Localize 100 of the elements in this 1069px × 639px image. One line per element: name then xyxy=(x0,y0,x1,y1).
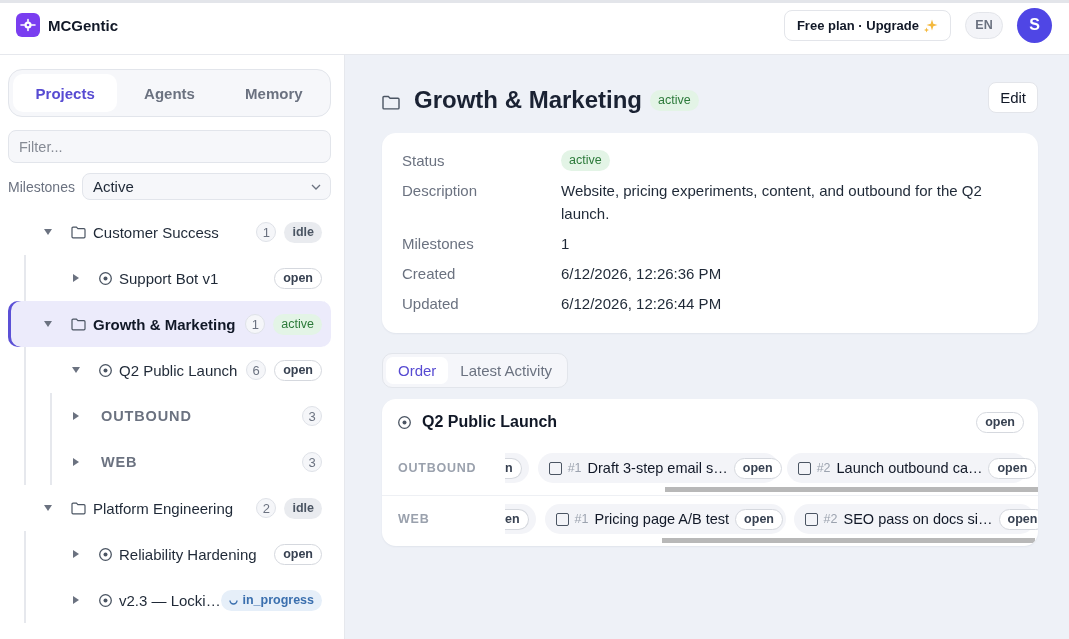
detail-label: Description xyxy=(402,181,479,201)
tree-item-label: OUTBOUND xyxy=(101,408,192,424)
caret-down-icon[interactable] xyxy=(44,321,52,327)
count-badge: 3 xyxy=(302,406,322,426)
status-badge: n xyxy=(505,457,522,479)
caret-right-icon[interactable] xyxy=(73,458,79,466)
caret-right-icon[interactable] xyxy=(73,596,79,604)
tree-item-label: WEB xyxy=(101,454,138,470)
detail-value: 6/12/2026, 12:26:36 PM xyxy=(561,264,723,284)
status-badge: in_progress xyxy=(221,589,322,611)
task-chip[interactable]: #2 SEO pass on docs si… open xyxy=(793,504,1035,534)
milestones-label: Milestones xyxy=(8,178,75,195)
milestone-title: Q2 Public Launch xyxy=(422,413,558,431)
tree-item-label: Platform Engineering xyxy=(93,499,234,517)
detail-value: 1 xyxy=(561,234,571,254)
status-badge: open xyxy=(988,457,1037,479)
task-title: Pricing page A/B test xyxy=(594,511,730,527)
task-title: SEO pass on docs si… xyxy=(843,511,993,527)
view-tab[interactable]: Latest Activity xyxy=(448,357,565,384)
detail-label: Status xyxy=(402,151,446,171)
checkbox[interactable] xyxy=(555,512,569,526)
caret-down-icon[interactable] xyxy=(44,505,52,511)
view-tab[interactable]: Order xyxy=(386,357,449,384)
count-badge: 3 xyxy=(302,452,322,472)
upgrade-button[interactable]: Free plan · Upgrade xyxy=(783,9,951,41)
tree-item[interactable]: OUTBOUND 3 xyxy=(52,393,331,439)
folder-icon xyxy=(71,225,86,239)
target-icon xyxy=(99,363,112,377)
status-badge: open xyxy=(735,508,783,530)
tree-item[interactable]: Growth & Marketing 1 active xyxy=(8,301,331,347)
task-number: #2 xyxy=(816,461,831,475)
app-name: MCGentic xyxy=(48,16,118,34)
scrollbar[interactable] xyxy=(665,487,1038,492)
folder-icon xyxy=(382,94,400,110)
status-badge: idle xyxy=(284,497,322,519)
status-badge: active xyxy=(561,150,610,171)
folder-icon xyxy=(71,317,86,331)
project-title: Growth & Marketing xyxy=(414,86,642,114)
count-badge: 2 xyxy=(256,498,277,518)
checkbox[interactable] xyxy=(804,512,818,526)
sidebar-tab[interactable]: Projects xyxy=(13,74,118,112)
tree-item-label: Support Bot v1 xyxy=(119,269,219,287)
checkbox[interactable] xyxy=(548,461,562,475)
status-badge: en xyxy=(505,508,529,530)
status-badge: open xyxy=(274,543,322,565)
count-badge: 1 xyxy=(245,314,266,334)
task-chip[interactable]: #1 Pricing page A/B test open xyxy=(544,504,786,534)
sidebar-tab[interactable]: Agents xyxy=(117,74,222,112)
filter-field[interactable]: Filter... xyxy=(8,130,331,163)
tree-item-label: Q2 Public Launch xyxy=(119,361,238,379)
tree-item[interactable]: WEB 3 xyxy=(52,439,331,485)
task-title: Launch outbound ca… xyxy=(836,460,983,476)
sidebar-tab[interactable]: Memory xyxy=(221,74,326,112)
target-icon xyxy=(398,415,411,429)
tree-item-label: Reliability Hardening xyxy=(119,545,257,563)
tree-item[interactable]: Customer Success 1 idle xyxy=(8,209,331,255)
count-badge: 1 xyxy=(256,222,277,242)
detail-label: Created xyxy=(402,264,457,284)
status-badge: idle xyxy=(284,221,322,243)
tree-item[interactable]: v2.3 — Locki… in_progress xyxy=(26,577,331,623)
status-badge: open xyxy=(274,267,322,289)
language-button[interactable]: EN xyxy=(965,11,1003,39)
task-chip[interactable]: #1 Draft 3-step email s… open xyxy=(537,453,779,483)
detail-label: Milestones xyxy=(402,234,475,254)
tree-item[interactable]: Platform Engineering 2 idle xyxy=(8,485,331,531)
group-label: WEB xyxy=(398,511,431,528)
tree-item[interactable]: Reliability Hardening open xyxy=(26,531,331,577)
status-badge: active xyxy=(650,89,699,111)
milestones-select[interactable]: Active xyxy=(81,173,331,200)
tree-item-label: Growth & Marketing xyxy=(93,315,236,333)
task-title: Draft 3-step email s… xyxy=(587,460,728,476)
group-label: OUTBOUND xyxy=(398,460,478,477)
caret-right-icon[interactable] xyxy=(73,412,79,420)
tree-item[interactable]: Q2 Public Launch 6 open xyxy=(26,347,331,393)
avatar[interactable]: S xyxy=(1017,7,1052,43)
target-icon xyxy=(99,593,112,607)
caret-right-icon[interactable] xyxy=(73,274,79,282)
caret-down-icon[interactable] xyxy=(44,229,52,235)
tree-item-label: v2.3 — Locki… xyxy=(119,591,221,609)
detail-label: Updated xyxy=(402,294,460,314)
folder-icon xyxy=(71,501,86,515)
tree-item[interactable]: Support Bot v1 open xyxy=(26,255,331,301)
status-badge: open xyxy=(733,457,782,479)
status-badge: active xyxy=(273,313,322,335)
detail-value: 6/12/2026, 12:26:44 PM xyxy=(561,294,723,314)
edit-button[interactable]: Edit xyxy=(988,82,1038,113)
task-chip[interactable]: n xyxy=(505,453,529,483)
caret-down-icon[interactable] xyxy=(72,367,80,373)
status-badge: open xyxy=(976,411,1024,433)
target-icon xyxy=(99,547,112,561)
logo-icon xyxy=(16,13,40,37)
status-badge: open xyxy=(274,359,322,381)
detail-value: Website, pricing experiments, content, and outbound for the Q2 launch. xyxy=(561,181,983,224)
scrollbar[interactable] xyxy=(662,538,1035,543)
task-number: #1 xyxy=(574,512,589,526)
caret-right-icon[interactable] xyxy=(73,550,79,558)
count-badge: 6 xyxy=(246,360,267,380)
task-number: #1 xyxy=(567,461,582,475)
task-chip[interactable]: en xyxy=(505,504,536,534)
checkbox[interactable] xyxy=(797,461,811,475)
